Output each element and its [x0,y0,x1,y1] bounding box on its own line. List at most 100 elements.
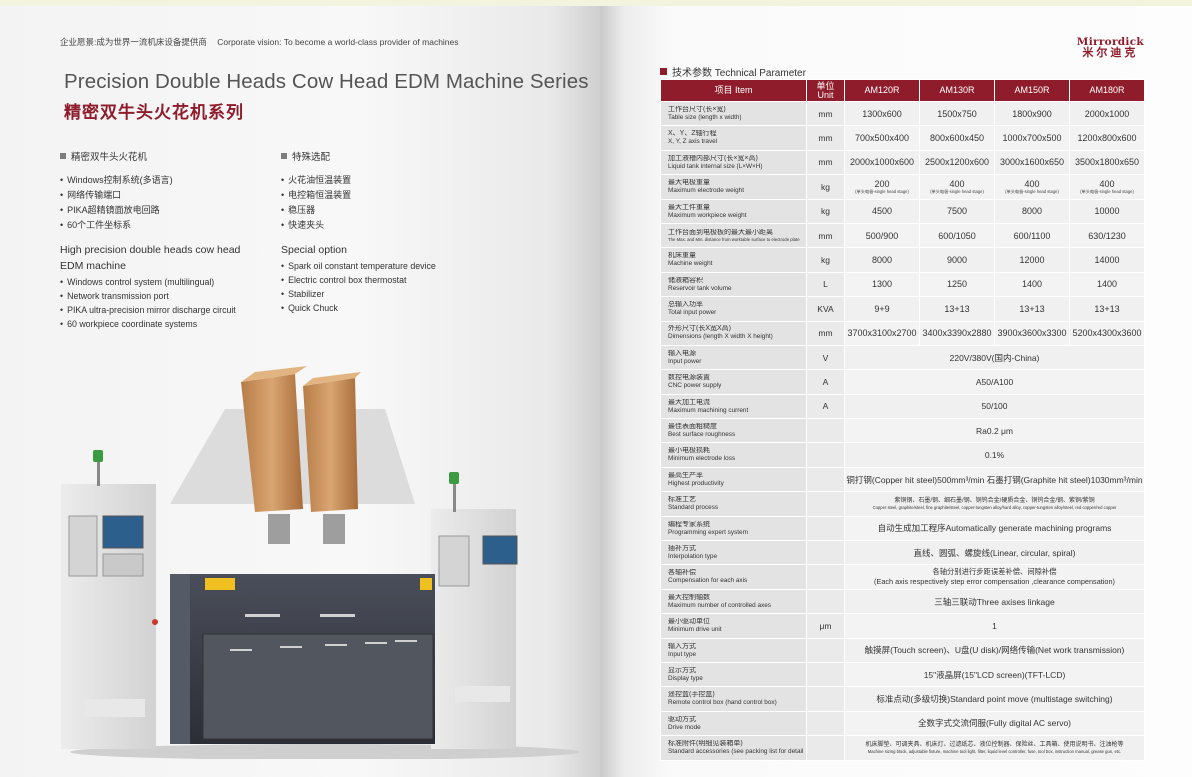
row-value: 1300 [844,271,920,298]
table-row: 工作台尺寸(长×宽) Table size (length x width) mm 1… [660,100,1145,127]
row-unit [806,735,845,761]
row-value-merged: 标准点动(多级切换)Standard point move (multistag… [844,686,1145,712]
table-row: 数控电源装置 CNC power supply A A50/A100 [660,369,1145,395]
row-item: 最佳表面粗糙度 Best surface roughness [660,418,807,444]
row-item-cn: 输入方式 [668,642,696,650]
row-item-cn: 显示方式 [668,666,696,674]
row-item: 储液箱容积 Reservoir tank volume [660,271,807,298]
row-item-en: Maximum electrode weight [668,187,745,195]
row-item-en: The Max. and Min. distance from worktabl… [668,237,800,243]
row-value: 500/900 [844,222,920,249]
row-item: 输入电源 Input power [660,344,807,371]
row-item-cn: 最大工件重量 [668,203,710,211]
row-item: 最大电极重量 Maximum electrode weight [660,174,807,200]
row-item-cn: 驱动方式 [668,715,696,723]
square-bullet-icon [281,153,287,159]
row-item-en: Machine weight [668,260,713,268]
row-value: 13+13 [919,296,995,322]
row-value-merged: 50/100 [844,393,1145,420]
cow-head-left [241,366,307,544]
row-item: 工作台面到电极板的最大最小距离 The Max. and Min. distanc… [660,222,807,249]
header-item: 项目 Item [660,79,807,102]
row-unit: KVA [806,296,845,322]
row-item-en: Maximum machining current [668,406,749,414]
row-item: 各轴补偿 Compensation for each axis [660,564,807,590]
row-value-merged: 直线、圆弧、螺旋线(Linear, circular, spiral) [844,540,1145,566]
header-model: AM120R [844,79,920,102]
row-unit: mm [806,125,845,151]
row-unit: mm [806,222,845,249]
row-value: 9000 [919,247,995,273]
table-row: 储液箱容积 Reservoir tank volume L 1300 1250 1400 1… [660,271,1145,298]
row-value: 1200x800x600 [1069,125,1145,151]
row-value: 13+13 [1069,296,1145,322]
list-item: PIKA超精镜面放电回路 [60,203,240,218]
row-item-en: Highest productivity [668,479,724,487]
list-item: 快速夹头 [281,218,436,233]
row-value: 7500 [919,198,995,224]
row-item: 输入方式 Input type [660,637,807,663]
header-model: AM130R [919,79,995,102]
row-value: 8000 [994,198,1070,224]
table-row: 最大控制轴数 Maximum number of controlled axes 三… [660,588,1145,615]
table-row: 机床重量 Machine weight kg 8000 9000 12000 14000 [660,247,1145,273]
row-value: 1400 [994,271,1070,298]
table-row: 加工液槽内部尺寸(长×宽×高) Liquid tank internal size… [660,149,1145,176]
row-value-merged: A50/A100 [844,369,1145,395]
row-item-cn: 工作台面到电极板的最大最小距离 [668,229,773,237]
series-title-en: Precision Double Heads Cow Head EDM Mach… [64,70,589,93]
left-page: 企业愿景:成为世界一流机床设备提供商 Corporate vision: To … [0,6,600,777]
row-item-en: Programming expert system [668,528,748,536]
row-item: 编程专家系统 Programming expert system [660,515,807,542]
row-item-cn: 加工液槽内部尺寸(长×宽×高) [668,154,758,162]
features-block: 精密双牛头火花机 Windows控制系统(多语言) 网络传输端口 PIKA超精镜… [60,149,240,331]
row-item-cn: 最大电极重量 [668,179,710,187]
row-item: 驱动方式 Drive mode [660,710,807,737]
row-item-en: Minimum drive unit [668,626,722,634]
row-value-merged: 全数字式交流伺服(Fully digital AC servo) [844,710,1145,737]
row-value: 2000x1000x600 [844,149,920,176]
row-item-en: Maximum workpiece weight [668,211,747,219]
table-row: 总输入功率 Total input power KVA 9+9 13+13 13+13 13… [660,296,1145,322]
row-value-merged: 1 [844,613,1145,639]
row-item: 显示方式 Display type [660,661,807,688]
row-unit: V [806,344,845,371]
list-item: 稳压器 [281,203,436,218]
table-header-row: 项目 Item 单位 Unit AM120R AM130R AM150R AM18… [660,79,1145,102]
cow-head-right [303,372,361,544]
table-row: 标准附件(明细见装箱单) Standard accessories (see pa… [660,735,1145,761]
row-item: X、Y、Z轴行程 X, Y, Z axis travel [660,125,807,151]
list-item: Electric control box thermostat [281,273,436,287]
table-row: 工作台面到电极板的最大最小距离 The Max. and Min. distanc… [660,222,1145,249]
row-item-en: Minimum electrode loss [668,455,736,463]
row-item-en: Display type [668,674,703,682]
row-unit [806,564,845,590]
row-value: 14000 [1069,247,1145,273]
row-item: 机床重量 Machine weight [660,247,807,273]
table-row: 编程专家系统 Programming expert system 自动生成加工程序A… [660,515,1145,542]
row-value: 3700x3100x2700 [844,320,920,346]
table-row: X、Y、Z轴行程 X, Y, Z axis travel mm 700x500x400… [660,125,1145,151]
table-row: 显示方式 Display type 15"液晶屏(15"LCD screen)(TF… [660,661,1145,688]
row-unit: kg [806,174,845,200]
row-unit [806,515,845,542]
row-item-cn: 最高生产率 [668,471,703,479]
brand-logo: Mirrordick 米尔迪克 [1077,36,1144,59]
row-item: 标准附件(明细见装箱单) Standard accessories (see pa… [660,735,807,761]
list-item: PIKA ultra-precision mirror discharge ci… [60,303,240,317]
list-item: Spark oil constant temperature device [281,259,436,273]
row-item-cn: X、Y、Z轴行程 [668,130,717,138]
row-value: 10000 [1069,198,1145,224]
row-value-merged: 触摸屏(Touch screen)、U盘(U disk)/网络传输(Net wo… [844,637,1145,663]
edm-machine-illustration [61,366,580,759]
row-unit: L [806,271,845,298]
row-item-cn: 储液箱容积 [668,276,703,284]
table-row: 插补方式 Interpolation type 直线、圆弧、螺旋线(Linear, … [660,540,1145,566]
row-value-merged: 紫铜钢、石墨/钢、细石墨/钢、铜钨合金/硬质合金、铜钨合金/钢、紫铜/紫铜 Cop… [844,491,1145,517]
row-unit [806,637,845,663]
row-item-en: Drive mode [668,723,701,731]
vision-cn: 企业愿景:成为世界一流机床设备提供商 [60,37,207,47]
row-item: 数控电源装置 CNC power supply [660,369,807,395]
row-item: 遥控盒(手控盒) Remote control box (hand control… [660,686,807,712]
row-value: 200 (单头电极-single head stage) [844,174,920,200]
